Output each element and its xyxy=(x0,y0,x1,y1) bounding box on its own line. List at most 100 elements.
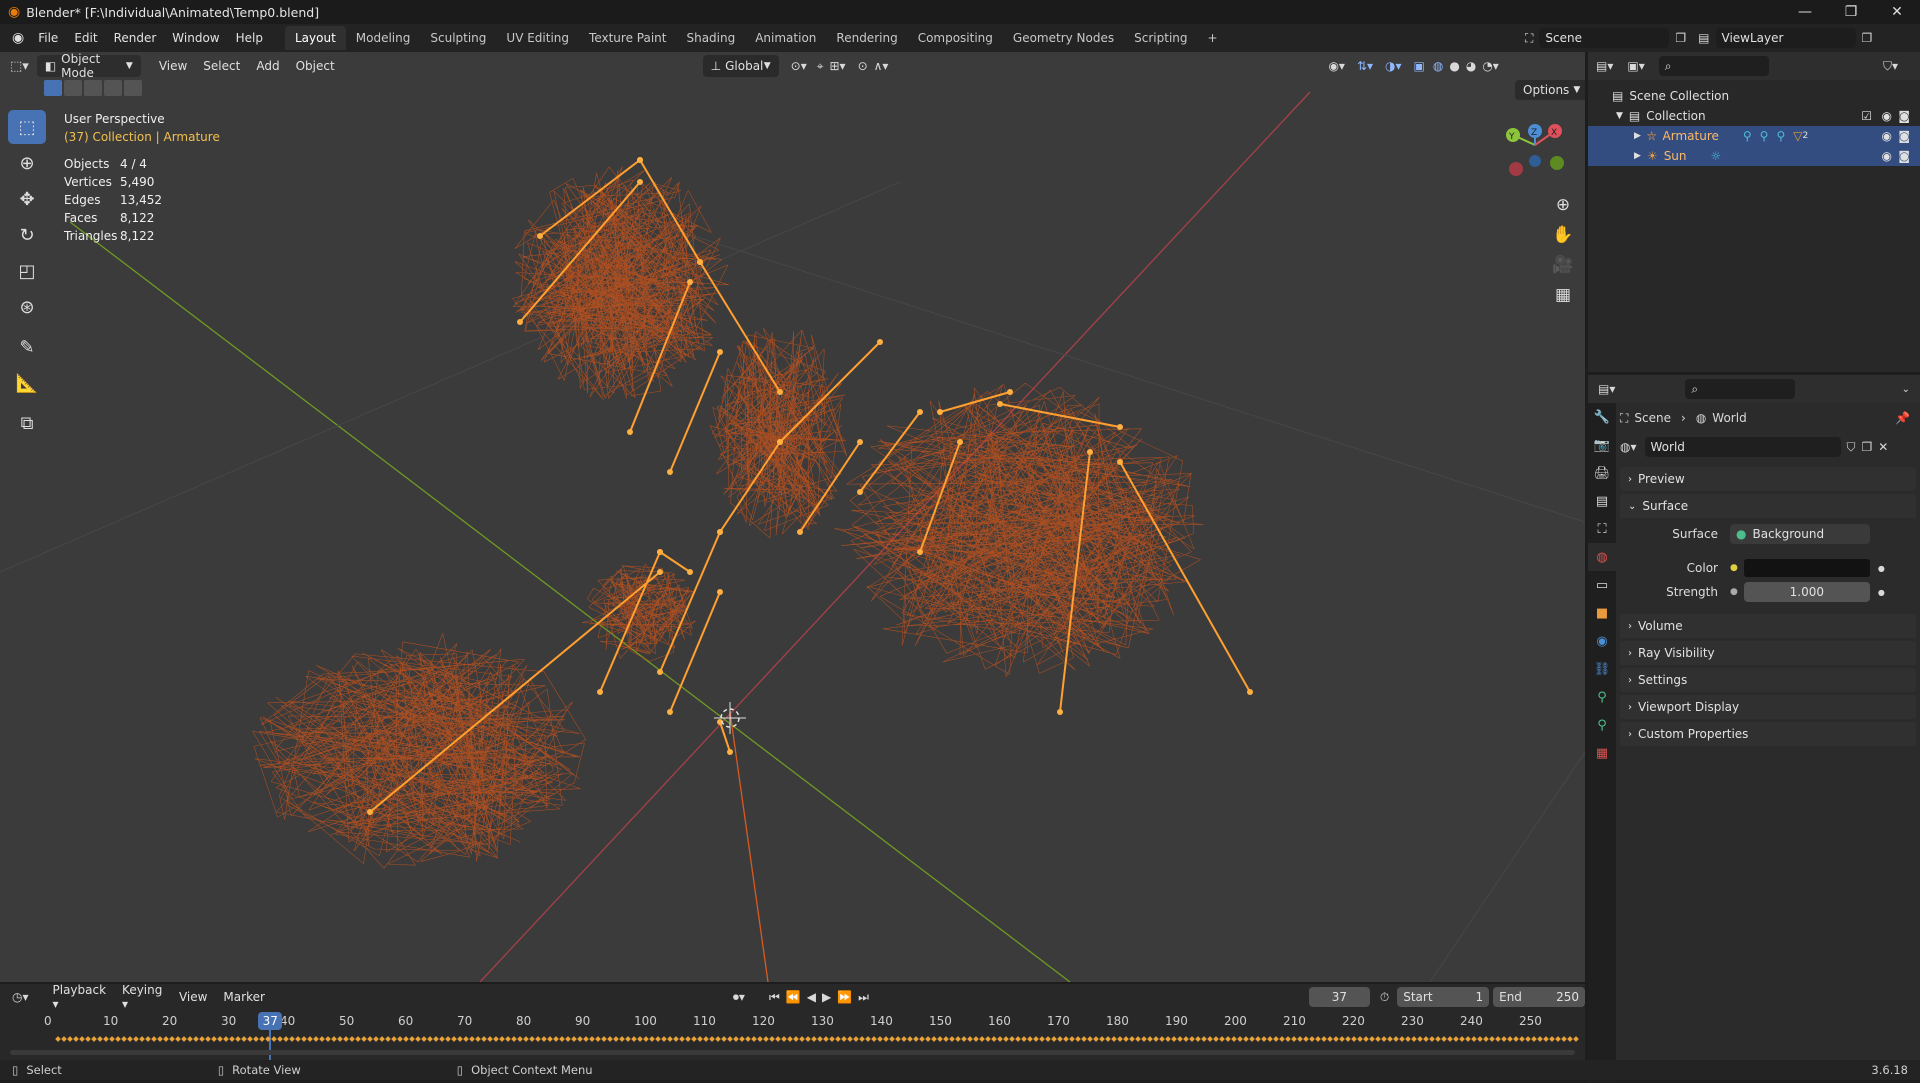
outliner-search[interactable]: ⌕ xyxy=(1658,56,1769,76)
keyframe-diamond[interactable] xyxy=(865,1036,871,1042)
keyframe-diamond[interactable] xyxy=(925,1036,931,1042)
eye-icon[interactable]: ◉ xyxy=(1882,109,1892,123)
select-box-tool[interactable]: ⬚ xyxy=(8,110,46,144)
keyframe-diamond[interactable] xyxy=(877,1036,883,1042)
keyframe-diamond[interactable] xyxy=(619,1036,625,1042)
keyframe-diamond[interactable] xyxy=(415,1036,421,1042)
blender-menu-icon[interactable]: ◉ xyxy=(12,30,24,46)
bone-joint[interactable] xyxy=(717,349,723,355)
keyframe-diamond[interactable] xyxy=(505,1036,511,1042)
select-new-icon[interactable] xyxy=(44,80,62,96)
keyframe-diamond[interactable] xyxy=(457,1036,463,1042)
collection-tab[interactable]: ▭ xyxy=(1588,571,1616,599)
keyframe-diamond[interactable] xyxy=(805,1036,811,1042)
bone-joint[interactable] xyxy=(917,409,923,415)
keyframe-diamond[interactable] xyxy=(139,1036,145,1042)
menu-view[interactable]: View xyxy=(171,990,215,1004)
tab-sculpting[interactable]: Sculpting xyxy=(420,26,496,50)
bone-joint[interactable] xyxy=(637,179,643,185)
keyframe-diamond[interactable] xyxy=(151,1036,157,1042)
keyframe-diamond[interactable] xyxy=(979,1036,985,1042)
keyframe-diamond[interactable] xyxy=(889,1036,895,1042)
select-invert-icon[interactable] xyxy=(104,80,122,96)
keyframe-diamond[interactable] xyxy=(1099,1036,1105,1042)
object-tab[interactable]: ■ xyxy=(1588,599,1616,627)
xray-icon[interactable]: ▣ xyxy=(1414,59,1425,73)
wireframe-shading-icon[interactable]: ◍ xyxy=(1433,59,1443,73)
keyframe-diamond[interactable] xyxy=(379,1036,385,1042)
bone-joint[interactable] xyxy=(727,749,733,755)
menu-add[interactable]: Add xyxy=(248,59,287,73)
keyframe-diamond[interactable] xyxy=(1225,1036,1231,1042)
outliner-editor-icon[interactable]: ▤▾ xyxy=(1596,59,1613,73)
keyframe-diamond[interactable] xyxy=(169,1036,175,1042)
keyframe-diamond[interactable] xyxy=(115,1036,121,1042)
gizmo-toggle-icon[interactable]: ⇅▾ xyxy=(1357,59,1373,73)
bone-joint[interactable] xyxy=(797,529,803,535)
keyframe-diamond[interactable] xyxy=(973,1036,979,1042)
keyframe-diamond[interactable] xyxy=(763,1036,769,1042)
world-name-field[interactable]: World xyxy=(1644,437,1841,457)
play-icon[interactable]: ▶ xyxy=(822,990,831,1004)
keyframe-diamond[interactable] xyxy=(871,1036,877,1042)
keyframe-diamond[interactable] xyxy=(187,1036,193,1042)
keyframe-diamond[interactable] xyxy=(1267,1036,1273,1042)
keyframe-diamond[interactable] xyxy=(895,1036,901,1042)
bone[interactable] xyxy=(1119,461,1251,693)
keyframe-diamond[interactable] xyxy=(997,1036,1003,1042)
keyframe-diamond[interactable] xyxy=(1291,1036,1297,1042)
play-reverse-icon[interactable]: ◀ xyxy=(807,990,816,1004)
keyframe-diamond[interactable] xyxy=(823,1036,829,1042)
keyframe-diamond[interactable] xyxy=(553,1036,559,1042)
keyframe-diamond[interactable] xyxy=(1021,1036,1027,1042)
keyframe-diamond[interactable] xyxy=(985,1036,991,1042)
keyframe-diamond[interactable] xyxy=(421,1036,427,1042)
keyframe-diamond[interactable] xyxy=(1363,1036,1369,1042)
bone-joint[interactable] xyxy=(717,589,723,595)
keyframe-diamond[interactable] xyxy=(481,1036,487,1042)
keyframe-diamond[interactable] xyxy=(1093,1036,1099,1042)
bone-joint[interactable] xyxy=(1007,389,1013,395)
keyframe-diamond[interactable] xyxy=(661,1036,667,1042)
playhead[interactable]: 37 xyxy=(258,1012,283,1030)
keyframe-diamond[interactable] xyxy=(595,1036,601,1042)
keyframe-diamond[interactable] xyxy=(301,1036,307,1042)
keyframe-diamond[interactable] xyxy=(1531,1036,1537,1042)
keyframe-diamond[interactable] xyxy=(103,1036,109,1042)
scene-tab[interactable]: ⛶ xyxy=(1588,515,1616,543)
keyframe-diamond[interactable] xyxy=(205,1036,211,1042)
bone[interactable] xyxy=(659,551,691,573)
keyframe-diamond[interactable] xyxy=(655,1036,661,1042)
keyframe-diamond[interactable] xyxy=(265,1036,271,1042)
keyframe-diamond[interactable] xyxy=(517,1036,523,1042)
keyframe-diamond[interactable] xyxy=(577,1036,583,1042)
keyframe-diamond[interactable] xyxy=(529,1036,535,1042)
keyframe-diamond[interactable] xyxy=(901,1036,907,1042)
keyframe-diamond[interactable] xyxy=(67,1036,73,1042)
keyframe-diamond[interactable] xyxy=(445,1036,451,1042)
camera-icon[interactable]: ◙ xyxy=(1898,129,1910,143)
panel-preview[interactable]: › Preview xyxy=(1620,467,1916,491)
snap-icon[interactable]: ⌖ xyxy=(817,59,824,74)
menu-select[interactable]: Select xyxy=(195,59,248,73)
eye-icon[interactable]: ◉ xyxy=(1882,149,1892,163)
keyframe-diamond[interactable] xyxy=(1189,1036,1195,1042)
tab-rendering[interactable]: Rendering xyxy=(826,26,907,50)
keyframe-diamond[interactable] xyxy=(1147,1036,1153,1042)
bone-joint[interactable] xyxy=(957,439,963,445)
tab-geometry-nodes[interactable]: Geometry Nodes xyxy=(1003,26,1124,50)
zoom-icon[interactable]: ⊕ xyxy=(1548,190,1578,220)
bone-joint[interactable] xyxy=(1117,424,1123,430)
menu-view[interactable]: View xyxy=(151,59,195,73)
keyframe-diamond[interactable] xyxy=(1453,1036,1459,1042)
keyframe-diamond[interactable] xyxy=(1441,1036,1447,1042)
bone[interactable] xyxy=(659,531,721,673)
keyframe-diamond[interactable] xyxy=(1501,1036,1507,1042)
keyframe-diamond[interactable] xyxy=(1033,1036,1039,1042)
surface-shader-field[interactable]: ● Background xyxy=(1730,524,1870,544)
keyframe-diamond[interactable] xyxy=(571,1036,577,1042)
keyframe-diamond[interactable] xyxy=(601,1036,607,1042)
keyframe-diamond[interactable] xyxy=(1177,1036,1183,1042)
keyframe-diamond[interactable] xyxy=(1231,1036,1237,1042)
keyframe-diamond[interactable] xyxy=(289,1036,295,1042)
